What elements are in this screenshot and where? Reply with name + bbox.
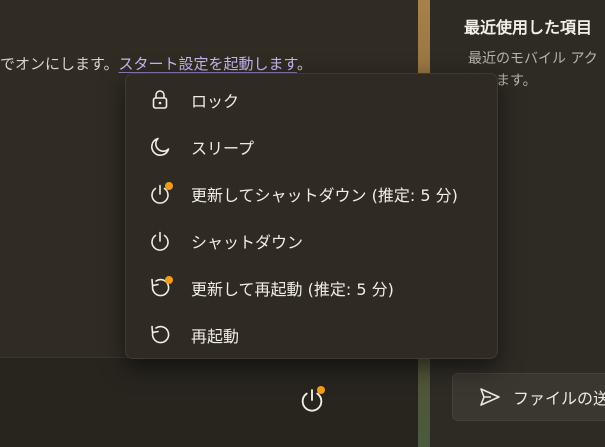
menu-item-sleep[interactable]: スリープ [126,123,497,170]
menu-item-label: 更新してシャットダウン (推定: 5 分) [191,185,458,205]
recent-items-desc-line1: 最近のモバイル アク [468,51,598,67]
menu-item-update-restart[interactable]: 更新して再起動 (推定: 5 分) [126,264,497,311]
desktop-stage: でオンにします。スタート設定を起動します。 最近使用した項目 最近のモバイル ア… [0,0,605,447]
menu-item-shutdown[interactable]: シャットダウン [126,217,497,264]
send-file-button[interactable]: ファイルの送 [452,373,605,421]
update-badge-dot [165,181,173,190]
power-button[interactable] [298,386,326,414]
hint-suffix: 。 [297,55,313,73]
menu-item-label: シャットダウン [191,232,304,252]
hint-prefix: でオンにします。 [0,55,119,73]
menu-item-lock[interactable]: ロック [126,76,497,123]
send-file-label: ファイルの送 [513,389,605,408]
menu-item-label: 再起動 [191,326,240,346]
menu-item-label: 更新して再起動 (推定: 5 分) [191,279,394,299]
update-badge-dot [165,275,173,284]
start-settings-link[interactable]: スタート設定を起動します [119,55,298,73]
recent-items-title: 最近使用した項目 [464,18,593,37]
update-restart-icon [148,275,173,300]
sleep-icon [148,135,172,159]
start-hint-text: でオンにします。スタート設定を起動します。 [0,53,312,74]
restart-icon [148,323,172,347]
send-icon [480,388,500,406]
power-icon [148,229,172,253]
menu-item-update-shutdown[interactable]: 更新してシャットダウン (推定: 5 分) [126,170,497,217]
menu-item-label: スリープ [191,138,255,158]
start-menu-footer [0,357,418,447]
update-badge-dot [317,386,325,394]
lock-icon [148,88,172,112]
update-shutdown-icon [148,181,173,206]
power-options-menu: ロック スリープ 更新してシャットダウン (推定: 5 分) シャットダウン 更… [125,73,498,359]
menu-item-restart[interactable]: 再起動 [126,311,497,358]
menu-item-label: ロック [191,91,240,111]
